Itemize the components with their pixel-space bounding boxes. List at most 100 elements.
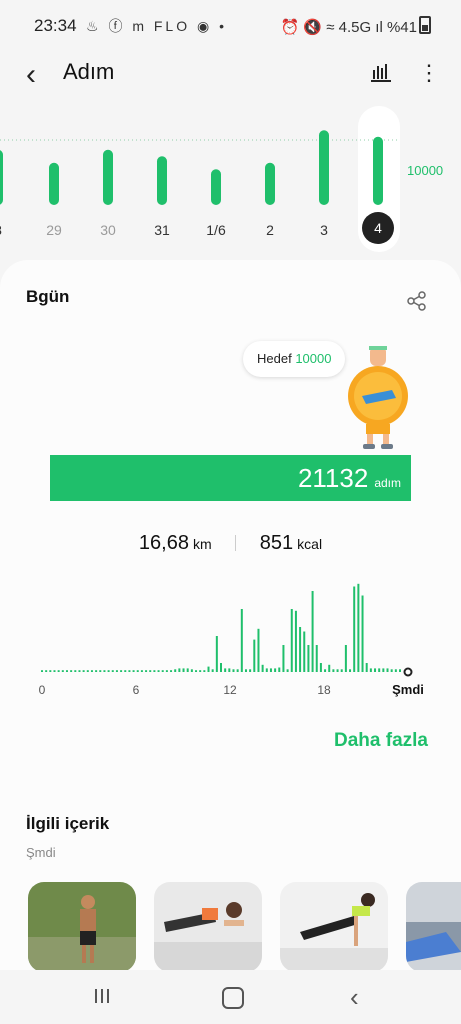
workout-outdoor-thumb[interactable]: [28, 882, 136, 972]
hour-bar: [99, 670, 102, 672]
day-bar-4[interactable]: [373, 136, 383, 205]
hour-bar: [211, 669, 214, 672]
hour-axis-label: 0: [39, 683, 46, 697]
day-label-29[interactable]: 29: [34, 222, 74, 238]
day-bar-2[interactable]: [265, 162, 275, 205]
plank-thumb[interactable]: [154, 882, 262, 972]
share-icon[interactable]: [406, 290, 428, 312]
calories-value: 851: [259, 532, 294, 554]
hour-axis-label: 6: [133, 683, 140, 697]
hour-bar: [149, 670, 152, 672]
hour-bar: [357, 583, 360, 672]
hour-bar: [394, 669, 397, 672]
hour-axis-label: 12: [223, 683, 237, 697]
hour-axis-label: 18: [317, 683, 331, 697]
hour-bar: [57, 670, 60, 672]
hour-bar: [249, 669, 252, 672]
hour-bar: [374, 668, 377, 672]
distance-unit: km: [192, 536, 212, 552]
home-icon[interactable]: [222, 987, 244, 1009]
hour-bar: [319, 663, 322, 672]
hour-bar: [278, 667, 281, 672]
chevron-left-icon: ‹: [26, 58, 36, 91]
hour-bar: [328, 664, 331, 672]
hour-bar: [336, 669, 339, 672]
hour-bar: [145, 670, 148, 672]
hour-bar: [340, 669, 343, 672]
hour-bar: [349, 669, 352, 672]
goal-value: 10000: [295, 351, 332, 366]
battery-icon: [419, 16, 431, 34]
daily-stats: 16,68 km 851 kcal: [0, 532, 461, 555]
hour-bar: [90, 670, 93, 672]
day-label-3[interactable]: 3: [304, 222, 344, 238]
mascot-illustration: [348, 346, 408, 449]
calories-unit: kcal: [297, 536, 323, 552]
hour-bar: [382, 668, 385, 672]
page-title: Adım: [63, 59, 115, 84]
hourly-steps-chart[interactable]: 0 6 12 18 Şmdi: [36, 575, 426, 705]
hour-bar: [70, 670, 73, 672]
hour-bar: [399, 669, 401, 672]
hour-bar: [186, 668, 189, 672]
steps-unit: adım: [374, 476, 401, 490]
hour-bar: [82, 670, 85, 672]
hour-bar: [286, 669, 289, 672]
day-bar-8[interactable]: [0, 150, 3, 205]
day-bar-1/6[interactable]: [211, 169, 221, 205]
back-button[interactable]: ‹: [26, 58, 36, 92]
hour-bar: [74, 670, 77, 672]
hour-bar: [311, 591, 314, 672]
related-title: İlgili içerik: [26, 814, 110, 833]
hour-bar: [274, 668, 277, 672]
distance-value: 16,68: [138, 532, 189, 554]
hour-bar: [120, 670, 123, 672]
hour-bar: [178, 668, 181, 672]
day-label-31[interactable]: 31: [142, 222, 182, 238]
more-options-button[interactable]: ⋮: [418, 60, 440, 86]
hour-bar: [236, 669, 239, 672]
hour-bar: [140, 670, 143, 672]
hour-bar: [65, 670, 68, 672]
bar-chart-icon[interactable]: [370, 62, 392, 82]
hour-bar: [153, 670, 156, 672]
more-link[interactable]: Daha fazla: [334, 730, 428, 752]
status-bar: 23:34 ♨ ⓕ m FLO ◉ • ⏰ 🔇 ≈ 4.5G ıl %41: [0, 0, 461, 50]
hour-bar: [174, 669, 177, 672]
day-bar-31[interactable]: [157, 156, 167, 205]
selected-day[interactable]: 4: [362, 212, 394, 244]
hour-bar: [353, 586, 356, 672]
stretch-thumb[interactable]: [406, 882, 461, 972]
hour-bar: [220, 663, 222, 672]
back-icon[interactable]: ‹: [350, 982, 359, 1013]
stats-divider: [235, 535, 237, 551]
hour-bar: [61, 670, 64, 672]
hour-bar: [111, 670, 114, 672]
hour-bar: [257, 628, 260, 672]
hour-bar: [269, 668, 272, 672]
hour-bar: [244, 669, 247, 672]
hour-bar: [78, 670, 81, 672]
day-label-30[interactable]: 30: [88, 222, 128, 238]
day-bar-30[interactable]: [103, 149, 113, 205]
leg-raise-thumb[interactable]: [280, 882, 388, 972]
day-label-2[interactable]: 2: [250, 222, 290, 238]
goal-prefix: Hedef: [257, 351, 292, 366]
hour-bar: [361, 595, 364, 672]
hour-bar: [332, 669, 335, 672]
hour-bar: [45, 670, 48, 672]
day-bar-29[interactable]: [49, 162, 59, 205]
day-bar-3[interactable]: [319, 130, 329, 205]
day-label-8[interactable]: 8: [0, 222, 18, 238]
hour-bar: [315, 645, 318, 672]
hour-bar: [107, 670, 110, 672]
hour-bar: [253, 639, 256, 672]
related-subtitle: Şmdi: [26, 845, 56, 860]
hour-axis-label: Şmdi: [392, 682, 424, 697]
recent-apps-icon[interactable]: [92, 986, 112, 1006]
day-label-1/6[interactable]: 1/6: [196, 222, 236, 238]
hour-bar: [136, 670, 139, 672]
hour-bar: [224, 668, 227, 672]
hour-bar: [265, 668, 268, 672]
hour-bar: [386, 668, 389, 672]
